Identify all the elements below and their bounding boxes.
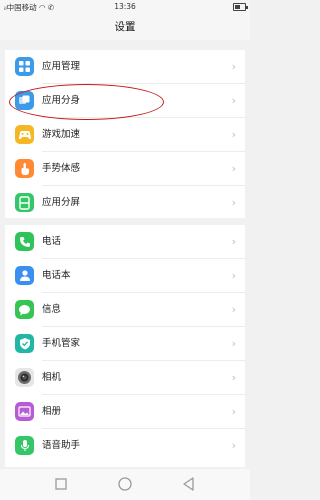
shield-icon	[15, 334, 34, 353]
phone-icon	[15, 232, 34, 251]
app-grid-icon	[15, 57, 34, 76]
contacts-icon	[15, 266, 34, 285]
chevron-right-icon: ›	[231, 196, 236, 209]
settings-item-voice-assistant[interactable]: 语音助手 ›	[5, 429, 245, 463]
battery-level	[235, 5, 241, 9]
settings-group-apps: 应用管理 › 应用分身 › 游戏加速 › 手势体感 › 应用分屏 ›	[5, 50, 245, 218]
settings-item-game-boost[interactable]: 游戏加速 ›	[5, 118, 245, 152]
settings-item-label: 相机	[42, 372, 62, 383]
chevron-right-icon: ›	[231, 439, 236, 452]
settings-item-gallery[interactable]: 相册 ›	[5, 395, 245, 429]
chevron-right-icon: ›	[231, 162, 236, 175]
settings-item-label: 语音助手	[42, 440, 81, 451]
settings-item-app-management[interactable]: 应用管理 ›	[5, 50, 245, 84]
chevron-right-icon: ›	[231, 405, 236, 418]
settings-item-label: 应用分身	[42, 95, 81, 106]
settings-item-label: 电话本	[42, 270, 71, 281]
settings-item-label: 相册	[42, 406, 62, 417]
settings-item-label: 手机管家	[42, 338, 81, 349]
chevron-right-icon: ›	[231, 371, 236, 384]
settings-item-label: 应用分屏	[42, 197, 81, 208]
microphone-icon	[15, 436, 34, 455]
settings-item-phone[interactable]: 电话 ›	[5, 225, 245, 259]
settings-item-label: 电话	[42, 236, 62, 247]
chevron-right-icon: ›	[231, 337, 236, 350]
settings-item-camera[interactable]: 相机 ›	[5, 361, 245, 395]
chevron-right-icon: ›	[231, 269, 236, 282]
status-time: 13:36	[114, 2, 136, 11]
chevron-right-icon: ›	[231, 60, 236, 73]
settings-item-messages[interactable]: 信息 ›	[5, 293, 245, 327]
split-screen-icon	[15, 193, 34, 212]
navigation-bar	[0, 469, 250, 500]
page-title: 设置	[0, 14, 250, 40]
settings-item-split-screen[interactable]: 应用分屏 ›	[5, 186, 245, 220]
chevron-right-icon: ›	[231, 303, 236, 316]
settings-item-label: 手势体感	[42, 163, 81, 174]
chevron-right-icon: ›	[231, 235, 236, 248]
square-icon[interactable]	[52, 475, 70, 493]
message-icon	[15, 300, 34, 319]
settings-item-label: 信息	[42, 304, 62, 315]
settings-item-phone-manager[interactable]: 手机管家 ›	[5, 327, 245, 361]
triangle-back-icon[interactable]	[180, 475, 198, 493]
camera-icon	[15, 368, 34, 387]
circle-icon[interactable]	[116, 475, 134, 493]
battery-icon	[233, 3, 248, 11]
gallery-icon	[15, 402, 34, 421]
chevron-right-icon: ›	[231, 94, 236, 107]
chevron-right-icon: ›	[231, 128, 236, 141]
settings-group-system-apps: 电话 › 电话本 › 信息 › 手机管家 › 相机 › 相册 › 语音助手 ›	[5, 225, 245, 467]
settings-item-gesture-motion[interactable]: 手势体感 ›	[5, 152, 245, 186]
settings-item-label: 应用管理	[42, 61, 81, 72]
settings-item-app-clone[interactable]: 应用分身 ›	[5, 84, 245, 118]
settings-item-label: 游戏加速	[42, 129, 81, 140]
gamepad-icon	[15, 125, 34, 144]
settings-item-contacts[interactable]: 电话本 ›	[5, 259, 245, 293]
hand-gesture-icon	[15, 159, 34, 178]
app-clone-icon	[15, 91, 34, 110]
status-bar: ᵢₗ中国移动 ◠ ✆ 13:36	[0, 0, 250, 14]
